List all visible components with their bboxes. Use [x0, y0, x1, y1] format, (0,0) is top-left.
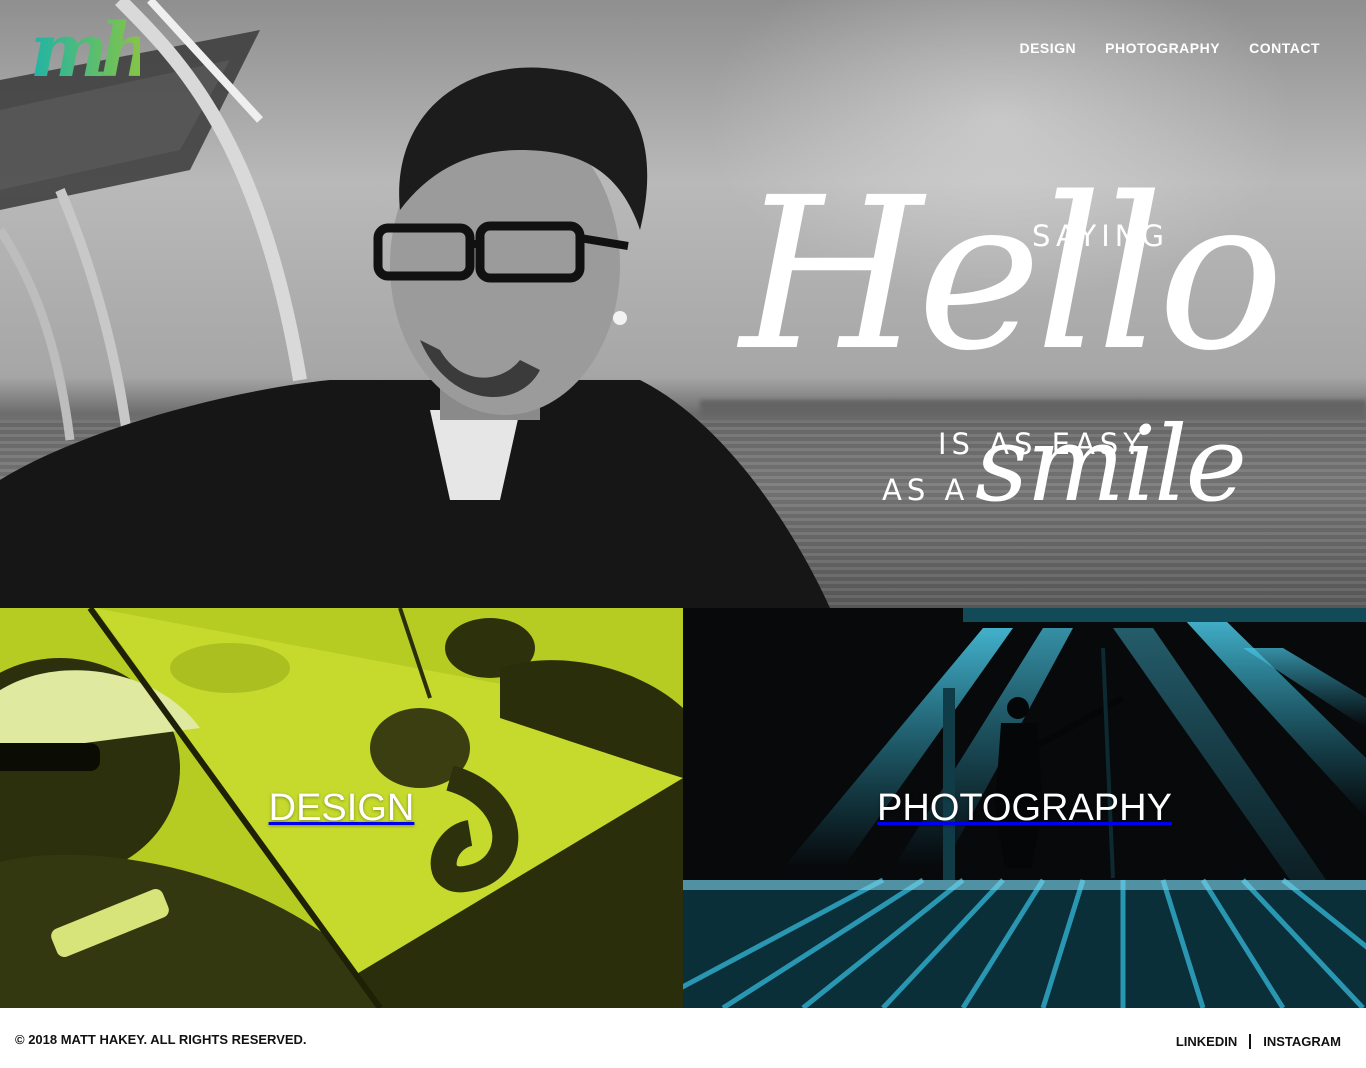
linkedin-link[interactable]: LINKEDIN: [1176, 1034, 1237, 1049]
photography-tile[interactable]: PHOTOGRAPHY: [683, 608, 1366, 1008]
tagline-hello: Hello: [740, 152, 1284, 397]
design-tile-label: DESIGN: [268, 786, 415, 829]
site-footer: © 2018 MATT HAKEY. ALL RIGHTS RESERVED. …: [0, 1008, 1366, 1068]
photography-tile-label: PHOTOGRAPHY: [877, 786, 1172, 829]
link-divider: [1249, 1034, 1252, 1049]
design-tile[interactable]: DESIGN: [0, 608, 683, 1008]
hero-banner: mh DESIGN PHOTOGRAPHY CONTACT Hello SAYI…: [0, 0, 1366, 608]
logo-text: mh: [30, 12, 140, 84]
tagline-as-a: AS A: [882, 473, 970, 507]
nav-contact[interactable]: CONTACT: [1249, 40, 1320, 56]
nav-photography[interactable]: PHOTOGRAPHY: [1105, 40, 1220, 56]
main-nav: DESIGN PHOTOGRAPHY CONTACT: [1019, 40, 1320, 56]
instagram-link[interactable]: INSTAGRAM: [1263, 1034, 1341, 1049]
tagline-smile: smile: [975, 403, 1247, 525]
hero-tagline: Hello SAYING IS AS EASY AS A smile: [700, 130, 1320, 550]
tagline-saying: SAYING: [1032, 219, 1169, 253]
social-links: LINKEDIN INSTAGRAM: [1176, 1034, 1341, 1049]
copyright-text: © 2018 MATT HAKEY. ALL RIGHTS RESERVED.: [15, 1032, 307, 1047]
nav-design[interactable]: DESIGN: [1019, 40, 1076, 56]
brand-logo[interactable]: mh: [28, 12, 140, 84]
